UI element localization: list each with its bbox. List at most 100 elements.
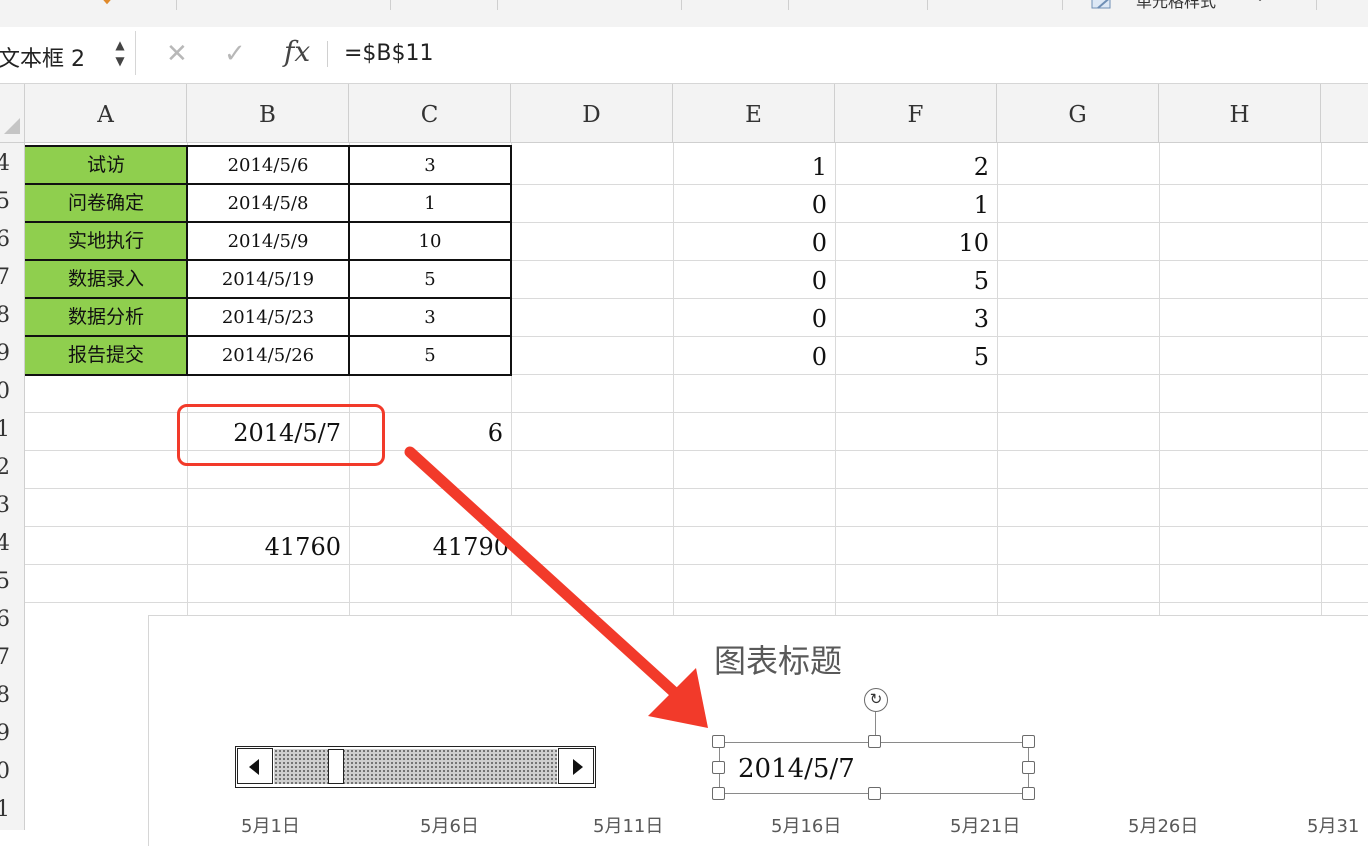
- row-header[interactable]: 9: [0, 341, 10, 366]
- row-header[interactable]: 10: [0, 379, 10, 404]
- column-header-a[interactable]: A: [25, 84, 187, 142]
- days-cell[interactable]: 3: [349, 147, 511, 184]
- row-header[interactable]: 18: [0, 683, 10, 708]
- axis-label: 5月26日: [1128, 816, 1199, 837]
- row-header[interactable]: 17: [0, 645, 10, 670]
- enter-icon[interactable]: ✓: [224, 39, 246, 69]
- date-cell[interactable]: 2014/5/9: [187, 223, 349, 260]
- resize-handle[interactable]: [1022, 735, 1035, 748]
- row-header[interactable]: 4: [0, 151, 10, 176]
- f-cell[interactable]: 2: [835, 147, 997, 184]
- select-all-button[interactable]: [0, 84, 25, 142]
- scroll-left-button[interactable]: [237, 748, 273, 784]
- column-header-d[interactable]: D: [511, 84, 673, 142]
- row-header[interactable]: 8: [0, 303, 10, 328]
- row-header[interactable]: 13: [0, 493, 10, 518]
- column-header-i[interactable]: [1321, 84, 1368, 142]
- row-header[interactable]: 21: [0, 797, 10, 822]
- row-headers: 4 5 6 7 8 9 10 11 12 13 14 15 16 17 18 1…: [0, 143, 25, 830]
- task-cell[interactable]: 报告提交: [25, 337, 187, 374]
- formula-input[interactable]: =$B$11: [344, 41, 434, 66]
- task-cell[interactable]: 数据录入: [25, 261, 187, 298]
- date-cell[interactable]: 2014/5/23: [187, 299, 349, 336]
- row-header[interactable]: 6: [0, 227, 10, 252]
- task-cell[interactable]: 实地执行: [25, 223, 187, 260]
- f-cell[interactable]: 5: [835, 337, 997, 374]
- scrollbar-thumb[interactable]: [328, 749, 344, 784]
- rotate-icon[interactable]: ↻: [864, 688, 888, 712]
- days-cell[interactable]: 1: [349, 185, 511, 222]
- task-cell[interactable]: 数据分析: [25, 299, 187, 336]
- date-cell[interactable]: 2014/5/26: [187, 337, 349, 374]
- f-cell[interactable]: 3: [835, 299, 997, 336]
- format-painter-icon[interactable]: [98, 0, 116, 8]
- days-cell[interactable]: 5: [349, 337, 511, 374]
- days-cell[interactable]: 5: [349, 261, 511, 298]
- cell-style-button[interactable]: 单元格样式: [1136, 0, 1216, 12]
- chart-area[interactable]: 图表标题 ↻ 2014/5/7 5月1日 5月6日 5月11日 5月16日 5月…: [148, 615, 1368, 846]
- resize-handle[interactable]: [1022, 787, 1035, 800]
- date-cell[interactable]: 2014/5/19: [187, 261, 349, 298]
- f-cell[interactable]: 10: [835, 223, 997, 260]
- e-cell[interactable]: 0: [673, 185, 835, 222]
- row-header[interactable]: 12: [0, 455, 10, 480]
- cell-style-icon[interactable]: [1090, 0, 1116, 10]
- resize-handle[interactable]: [712, 787, 725, 800]
- column-header-g[interactable]: G: [997, 84, 1159, 142]
- column-header-c[interactable]: C: [349, 84, 511, 142]
- e-cell[interactable]: 1: [673, 147, 835, 184]
- formula-bar: 文本框 2 ▲ ▼ ✕ ✓ fx =$B$11: [0, 27, 1368, 84]
- scroll-right-button[interactable]: [558, 748, 594, 784]
- name-box[interactable]: 文本框 2 ▲ ▼: [0, 31, 136, 75]
- date-cell[interactable]: 2014/5/8: [187, 185, 349, 222]
- row-header[interactable]: 20: [0, 759, 10, 784]
- text-box-value[interactable]: 2014/5/7: [738, 754, 855, 784]
- e-cell[interactable]: 0: [673, 223, 835, 260]
- row-header[interactable]: 14: [0, 531, 10, 556]
- resize-handle[interactable]: [868, 735, 881, 748]
- stepper-up-icon[interactable]: ▲: [112, 37, 128, 53]
- cancel-icon[interactable]: ✕: [166, 39, 188, 69]
- column-header-b[interactable]: B: [187, 84, 349, 142]
- scroll-bar-control[interactable]: [235, 746, 596, 788]
- stepper-down-icon[interactable]: ▼: [112, 53, 128, 69]
- row-header[interactable]: 16: [0, 607, 10, 632]
- f-cell[interactable]: 1: [835, 185, 997, 222]
- gridline: [25, 602, 1368, 603]
- axis-label: 5月16日: [771, 816, 842, 837]
- row-header[interactable]: 7: [0, 265, 10, 290]
- scroll-left-icon: [249, 759, 259, 775]
- rotate-connector: [875, 712, 876, 736]
- cell-c14[interactable]: 41790: [349, 527, 511, 564]
- resize-handle[interactable]: [1022, 761, 1035, 774]
- row-header[interactable]: 15: [0, 569, 10, 594]
- column-header-e[interactable]: E: [673, 84, 835, 142]
- column-header-f[interactable]: F: [835, 84, 997, 142]
- cell-b14[interactable]: 41760: [187, 527, 349, 564]
- e-cell[interactable]: 0: [673, 337, 835, 374]
- row-header[interactable]: 5: [0, 189, 10, 214]
- column-header-h[interactable]: H: [1159, 84, 1321, 142]
- chart-title[interactable]: 图表标题: [714, 636, 842, 682]
- name-box-stepper[interactable]: ▲ ▼: [112, 37, 128, 69]
- e-cell[interactable]: 0: [673, 299, 835, 336]
- days-cell[interactable]: 3: [349, 299, 511, 336]
- insert-function-icon[interactable]: fx: [284, 35, 310, 68]
- ribbon-separator: [788, 0, 789, 10]
- f-cell[interactable]: 5: [835, 261, 997, 298]
- resize-handle[interactable]: [868, 787, 881, 800]
- e-cell[interactable]: 0: [673, 261, 835, 298]
- scrollbar-track[interactable]: [274, 749, 557, 784]
- resize-handle[interactable]: [712, 761, 725, 774]
- chevron-down-icon[interactable]: ⌄: [1255, 0, 1265, 4]
- date-cell[interactable]: 2014/5/6: [187, 147, 349, 184]
- days-cell[interactable]: 10: [349, 223, 511, 260]
- table-border: [25, 221, 512, 223]
- row-header[interactable]: 19: [0, 721, 10, 746]
- task-cell[interactable]: 问卷确定: [25, 185, 187, 222]
- task-cell[interactable]: 试访: [25, 147, 187, 184]
- row-header[interactable]: 11: [0, 417, 10, 442]
- axis-label: 5月6日: [420, 816, 479, 837]
- resize-handle[interactable]: [712, 735, 725, 748]
- ribbon-separator: [1062, 0, 1063, 10]
